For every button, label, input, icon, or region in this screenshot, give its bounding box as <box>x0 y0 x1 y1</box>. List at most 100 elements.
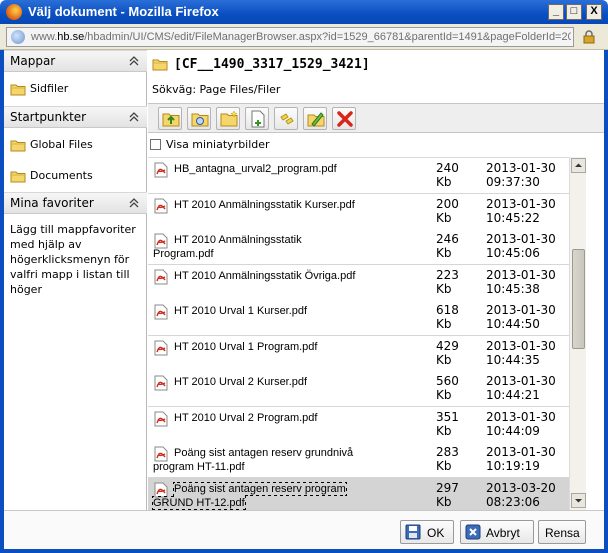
file-date: 2013-01-30 10:44:21 <box>486 374 556 402</box>
file-date: 2013-01-30 10:44:09 <box>486 410 556 438</box>
file-row[interactable]: Poäng sist antagen reserv program GRUND … <box>148 478 569 510</box>
folder-icon <box>10 84 26 96</box>
scrollbar-thumb[interactable] <box>572 249 585 349</box>
file-size: 618 Kb <box>436 303 459 331</box>
section-header-mappar[interactable]: Mappar <box>4 50 147 72</box>
file-list: HB_antagna_urval2_program.pdf 240 Kb 2013-0… <box>148 157 569 510</box>
link-button[interactable] <box>274 107 298 130</box>
favorites-help-text: Lägg till mappfavoriter med hjälp av hög… <box>10 223 136 296</box>
file-row[interactable]: HB_antagna_urval2_program.pdf 240 Kb 2013-0… <box>148 158 569 194</box>
file-name[interactable]: HT 2010 Urval 1 Program.pdf <box>153 340 363 354</box>
new-folder-icon <box>220 110 238 127</box>
url-text: www.hb.se/hbadmin/UI/CMS/edit/FileManage… <box>31 31 571 43</box>
maximize-button[interactable]: □ <box>566 4 582 20</box>
arrow-down-icon <box>575 499 582 503</box>
file-row[interactable]: HT 2010 Urval 1 Program.pdf 429 Kb 2013-01-… <box>148 336 569 372</box>
file-browser: [CF__1490_3317_1529_3421] Sökväg: Page F… <box>148 50 604 510</box>
close-window-button[interactable]: X <box>586 4 602 20</box>
file-name[interactable]: HT 2010 Anmälningsstatik Kurser.pdf <box>153 198 363 212</box>
file-row[interactable]: HT 2010 Anmälningsstatik Övriga.pdf 223 Kb… <box>148 265 569 301</box>
new-file-icon <box>251 110 265 128</box>
file-row[interactable]: HT 2010 Anmälningsstatik Kurser.pdf 200 Kb… <box>148 194 569 230</box>
save-icon <box>405 524 421 540</box>
file-date: 2013-01-30 10:45:38 <box>486 268 556 296</box>
scroll-down-button[interactable] <box>571 493 586 508</box>
address-bar: www.hb.se/hbadmin/UI/CMS/edit/FileManage… <box>0 24 608 50</box>
edit-icon <box>307 112 325 127</box>
thumbnails-checkbox[interactable] <box>150 139 161 150</box>
file-size: 297 Kb <box>436 481 459 509</box>
file-size: 223 Kb <box>436 268 459 296</box>
sidebar-item-sidfiler[interactable]: Sidfiler <box>4 78 147 100</box>
file-size: 429 Kb <box>436 339 459 367</box>
delete-button[interactable] <box>332 107 356 130</box>
file-size: 240 Kb <box>436 161 459 189</box>
file-size: 200 Kb <box>436 197 459 225</box>
section-header-startpunkter[interactable]: Startpunkter <box>4 106 147 128</box>
file-name[interactable]: HT 2010 Urval 2 Program.pdf <box>153 411 363 425</box>
file-row[interactable]: HT 2010 Urval 2 Program.pdf 351 Kb 2013-01-… <box>148 407 569 443</box>
file-date: 2013-01-30 10:45:06 <box>486 232 556 260</box>
sidebar-item-documents[interactable]: Documents <box>4 165 147 187</box>
scroll-up-button[interactable] <box>571 158 586 173</box>
sidebar-item-global-files[interactable]: Global Files <box>4 134 147 156</box>
collapse-chevron-icon[interactable] <box>129 111 139 123</box>
file-name[interactable]: Poäng sist antagen reserv program GRUND … <box>152 482 363 510</box>
url-field[interactable]: www.hb.se/hbadmin/UI/CMS/edit/FileManage… <box>6 27 574 47</box>
file-name[interactable]: HT 2010 Urval 2 Kurser.pdf <box>153 375 363 389</box>
file-row[interactable]: Poäng sist antagen reserv grundnivå prog… <box>148 442 569 478</box>
new-file-button[interactable] <box>245 107 269 130</box>
file-name[interactable]: HT 2010 Anmälningsstatik Program.pdf <box>153 233 363 261</box>
file-size: 351 Kb <box>436 410 459 438</box>
folder-up-icon <box>162 113 180 127</box>
file-name[interactable]: HT 2010 Urval 1 Kurser.pdf <box>153 304 363 318</box>
minimize-button[interactable]: _ <box>548 4 564 20</box>
file-size: 560 Kb <box>436 374 459 402</box>
window-title-bar: Välj dokument - Mozilla Firefox _ □ X <box>0 0 608 24</box>
link-icon <box>280 113 294 125</box>
file-name[interactable]: Poäng sist antagen reserv grundnivå prog… <box>153 446 363 474</box>
file-size: 283 Kb <box>436 445 459 473</box>
file-row[interactable]: HT 2010 Urval 2 Kurser.pdf 560 Kb 2013-01-3… <box>148 371 569 407</box>
collapse-chevron-icon[interactable] <box>129 55 139 67</box>
open-folder-button[interactable] <box>187 107 211 130</box>
file-size: 246 Kb <box>436 232 459 260</box>
lock-icon <box>583 30 595 44</box>
open-folder-icon <box>191 113 209 127</box>
edit-button[interactable] <box>303 107 327 130</box>
file-date: 2013-01-30 10:44:50 <box>486 303 556 331</box>
file-date: 2013-01-30 09:37:30 <box>486 161 556 189</box>
folder-icon <box>152 59 168 71</box>
folder-name: [CF__1490_3317_1529_3421] <box>174 57 370 72</box>
file-date: 2013-01-30 10:19:19 <box>486 445 556 473</box>
globe-icon <box>11 30 25 44</box>
file-date: 2013-03-20 08:23:06 <box>486 481 556 509</box>
file-date: 2013-01-30 10:44:35 <box>486 339 556 367</box>
cancel-icon <box>465 524 481 540</box>
firefox-icon <box>6 4 22 20</box>
file-date: 2013-01-30 10:45:22 <box>486 197 556 225</box>
window-frame-right <box>604 50 608 553</box>
file-name[interactable]: HT 2010 Anmälningsstatik Övriga.pdf <box>153 269 363 283</box>
vertical-scrollbar[interactable] <box>569 157 586 510</box>
breadcrumb: Sökväg: Page Files/Filer <box>152 83 281 96</box>
file-row[interactable]: HT 2010 Anmälningsstatik Program.pdf 246 K… <box>148 229 569 265</box>
sidebar: Mappar Sidfiler Startpunkter Global File… <box>4 50 147 510</box>
folder-up-button[interactable] <box>158 107 182 130</box>
delete-icon <box>337 111 353 127</box>
window-frame-bottom <box>0 549 608 553</box>
toolbar <box>148 103 604 133</box>
file-row[interactable]: HT 2010 Urval 1 Kurser.pdf 618 Kb 2013-01-3… <box>148 300 569 336</box>
new-folder-button[interactable] <box>216 107 240 130</box>
window-title: Välj dokument - Mozilla Firefox <box>28 4 219 19</box>
dialog-buttons: OK Avbryt Rensa <box>4 510 604 549</box>
collapse-chevron-icon[interactable] <box>129 197 139 209</box>
folder-icon <box>10 171 26 183</box>
arrow-up-icon <box>575 163 582 167</box>
section-header-mina-favoriter[interactable]: Mina favoriter <box>4 192 147 214</box>
file-name[interactable]: HB_antagna_urval2_program.pdf <box>153 162 363 176</box>
ok-button[interactable]: OK <box>400 520 454 544</box>
clear-button[interactable]: Rensa <box>538 520 586 544</box>
folder-icon <box>10 140 26 152</box>
cancel-button[interactable]: Avbryt <box>460 520 534 544</box>
